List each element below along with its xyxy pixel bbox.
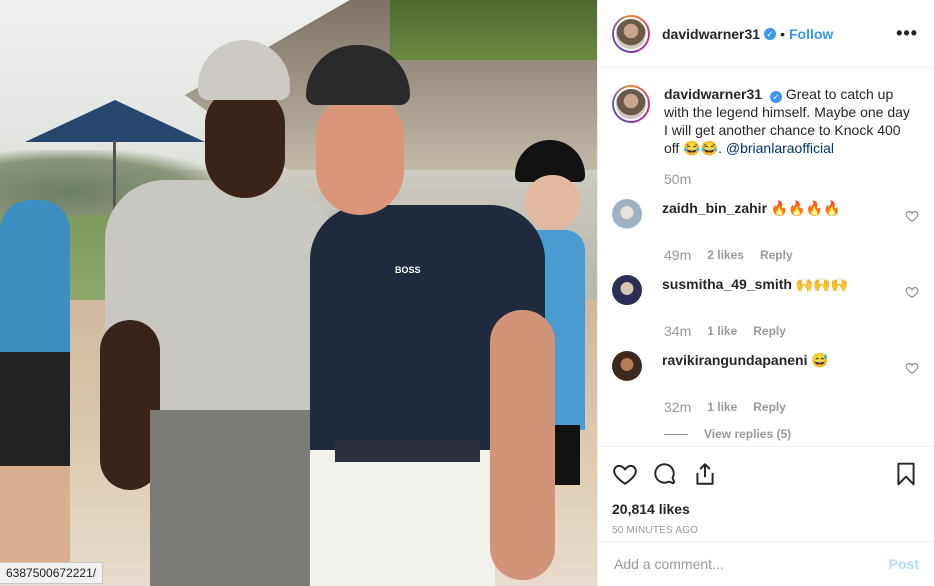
comment-avatar-image (612, 275, 642, 305)
comment-reply-button[interactable]: Reply (753, 324, 786, 338)
author-avatar[interactable] (612, 14, 650, 53)
more-icon[interactable]: ••• (896, 23, 918, 44)
status-url-tooltip: 6387500672221/ (0, 562, 104, 584)
author-avatar-image (614, 16, 648, 51)
comment-likes[interactable]: 1 like (707, 400, 737, 414)
post-header: davidwarner31 ✓ • Follow ••• (598, 0, 934, 68)
comment-likes[interactable]: 1 like (707, 324, 737, 338)
bookmark-icon[interactable] (893, 461, 919, 487)
comment-message: 🙌🙌🙌 (795, 276, 849, 292)
photo-person-left (0, 200, 70, 580)
comment-time[interactable]: 34m (664, 323, 691, 339)
comment-likes[interactable]: 2 likes (707, 248, 744, 262)
comment-avatar-image (612, 351, 642, 381)
post-comment-button[interactable]: Post (889, 556, 919, 572)
comment-avatar[interactable] (612, 351, 642, 381)
comment-message: 😅 (811, 352, 829, 368)
comment-avatar[interactable] (612, 275, 642, 305)
man-right-arm (490, 310, 555, 580)
caption-mention[interactable]: @brianlaraofficial (726, 140, 834, 156)
comment-text: zaidh_bin_zahir 🔥🔥🔥🔥 (662, 199, 892, 229)
verified-icon: ✓ (769, 91, 782, 103)
post-photo[interactable]: BOSS 6387500672221/ (0, 0, 597, 586)
comment-meta: 32m 1 like Reply (664, 399, 919, 415)
add-comment-bar: Post (598, 541, 934, 586)
comment-avatar-image (612, 199, 642, 229)
caption-time[interactable]: 50m (664, 171, 919, 187)
caption-avatar-image (614, 87, 648, 121)
heart-icon[interactable] (612, 461, 638, 487)
comment-time[interactable]: 49m (664, 247, 691, 263)
man-left-pants (150, 410, 315, 586)
action-icons (612, 459, 919, 489)
comment-item: susmitha_49_smith 🙌🙌🙌 (612, 275, 919, 305)
comment-text: ravikirangundapaneni 😅 (662, 351, 892, 381)
follow-button[interactable]: Follow (789, 26, 833, 42)
comment-username[interactable]: susmitha_49_smith (662, 276, 792, 292)
share-icon[interactable] (692, 461, 718, 487)
comment-item: ravikirangundapaneni 😅 (612, 351, 919, 381)
view-replies-label: View replies (5) (704, 427, 792, 441)
comments-list[interactable]: davidwarner31 ✓ Great to catch up with t… (598, 69, 934, 445)
man-right-face (316, 95, 404, 215)
shirt-logo: BOSS (395, 265, 421, 275)
comment-like-icon[interactable] (905, 361, 919, 375)
man-left-face (205, 88, 285, 198)
post-timestamp[interactable]: 50 MINUTES AGO (612, 525, 919, 536)
caption-text: davidwarner31 ✓ Great to catch up with t… (664, 85, 914, 157)
comment-item: zaidh_bin_zahir 🔥🔥🔥🔥 (612, 199, 919, 229)
comment-meta: 49m 2 likes Reply (664, 247, 919, 263)
add-comment-input[interactable] (614, 556, 889, 572)
man-right-belt (335, 440, 480, 462)
man-right-cap (306, 45, 410, 105)
comment-like-icon[interactable] (905, 209, 919, 223)
caption-avatar[interactable] (612, 85, 650, 123)
comment-icon[interactable] (652, 461, 678, 487)
photo-man-right: BOSS (300, 40, 560, 586)
post-caption: davidwarner31 ✓ Great to catch up with t… (612, 85, 919, 157)
verified-icon: ✓ (764, 27, 777, 40)
comment-like-icon[interactable] (905, 285, 919, 299)
man-right-pants (310, 450, 495, 586)
comment-avatar[interactable] (612, 199, 642, 229)
comment-meta: 34m 1 like Reply (664, 323, 919, 339)
separator-dot: • (780, 25, 785, 42)
author-username[interactable]: davidwarner31 (662, 26, 760, 42)
comment-reply-button[interactable]: Reply (753, 400, 786, 414)
post-actions: 20,814 likes 50 MINUTES AGO (598, 446, 934, 536)
caption-username[interactable]: davidwarner31 (664, 86, 762, 102)
view-replies-button[interactable]: View replies (5) (664, 427, 919, 441)
view-replies-line (664, 433, 688, 435)
comment-reply-button[interactable]: Reply (760, 248, 793, 262)
comment-username[interactable]: ravikirangundapaneni (662, 352, 807, 368)
likes-count[interactable]: 20,814 likes (612, 501, 919, 517)
comment-username[interactable]: zaidh_bin_zahir (662, 200, 767, 216)
man-left-cap (198, 40, 290, 100)
comment-text: susmitha_49_smith 🙌🙌🙌 (662, 275, 892, 305)
comment-time[interactable]: 32m (664, 399, 691, 415)
comment-message: 🔥🔥🔥🔥 (770, 200, 841, 216)
post-sidebar: davidwarner31 ✓ • Follow ••• davidwarner… (597, 0, 934, 586)
